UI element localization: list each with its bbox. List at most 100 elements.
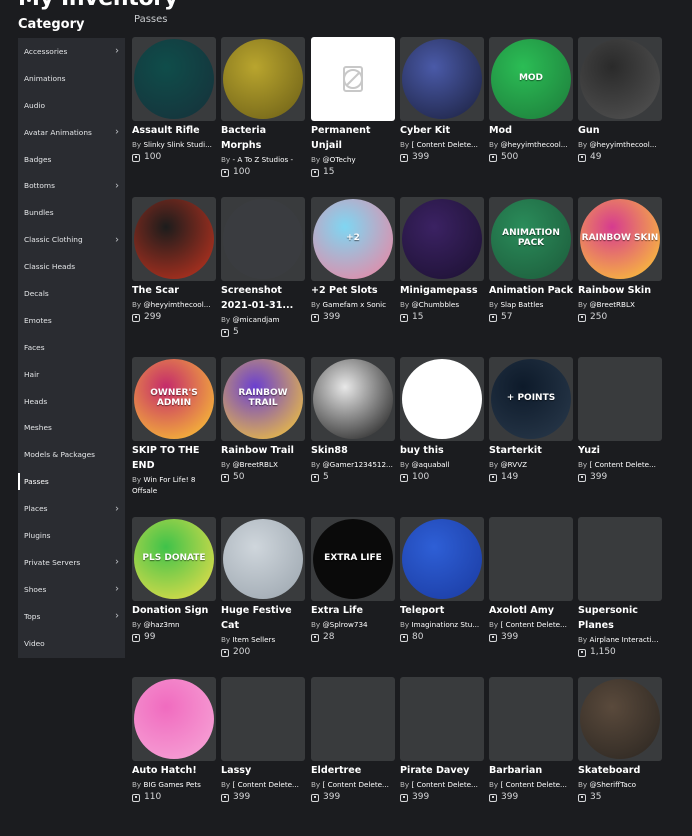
item-thumbnail[interactable]: EXTRA LIFE (311, 517, 395, 601)
item-thumbnail[interactable] (400, 517, 484, 601)
sidebar-item-heads[interactable]: Heads (18, 388, 125, 415)
item-name[interactable]: Permanent Unjail (311, 123, 395, 153)
creator-name[interactable]: @heyyimthecool... (589, 140, 656, 149)
item-thumbnail[interactable] (221, 37, 305, 121)
sidebar-item-audio[interactable]: Audio (18, 92, 125, 119)
item-name[interactable]: Mod (489, 123, 573, 138)
item-creator[interactable]: By [ Content Delete... (489, 619, 573, 630)
item-creator[interactable]: By @SheriffTaco (578, 779, 662, 790)
item-card[interactable]: Skateboard By @SheriffTaco 35 (578, 677, 662, 804)
item-creator[interactable]: By [ Content Delete... (400, 779, 484, 790)
item-name[interactable]: Supersonic Planes (578, 603, 662, 633)
creator-name[interactable]: [ Content Delete... (589, 460, 655, 469)
item-creator[interactable]: By Win For Life! 8 Offsale (132, 474, 216, 496)
sidebar-item-passes[interactable]: Passes (18, 468, 125, 495)
item-thumbnail[interactable] (311, 37, 395, 121)
item-card[interactable]: Cyber Kit By [ Content Delete... 399 (400, 37, 484, 164)
creator-name[interactable]: [ Content Delete... (500, 620, 566, 629)
item-card[interactable]: Supersonic Planes By Airplane Interacti..… (578, 517, 662, 659)
item-name[interactable]: Skateboard (578, 763, 662, 778)
item-creator[interactable]: By @heyyimthecool... (489, 139, 573, 150)
item-name[interactable]: Assault Rifle (132, 123, 216, 138)
item-thumbnail[interactable] (578, 517, 662, 601)
creator-name[interactable]: Gamefam x Sonic (322, 300, 386, 309)
item-card[interactable]: Pirate Davey By [ Content Delete... 399 (400, 677, 484, 804)
creator-name[interactable]: @Gamer1234512... (322, 460, 392, 469)
item-creator[interactable]: By Gamefam x Sonic (311, 299, 395, 310)
item-thumbnail[interactable]: ANIMATION PACK (489, 197, 573, 281)
creator-name[interactable]: Item Sellers (232, 635, 275, 644)
item-thumbnail[interactable] (400, 677, 484, 761)
item-name[interactable]: +2 Pet Slots (311, 283, 395, 298)
item-name[interactable]: Donation Sign (132, 603, 216, 618)
item-name[interactable]: Gun (578, 123, 662, 138)
item-name[interactable]: Auto Hatch! (132, 763, 216, 778)
creator-name[interactable]: [ Content Delete... (232, 780, 298, 789)
item-creator[interactable]: By [ Content Delete... (311, 779, 395, 790)
item-card[interactable]: Assault Rifle By Slinky Slink Studi... 100 (132, 37, 216, 164)
item-thumbnail[interactable]: PLS DONATE (132, 517, 216, 601)
sidebar-item-tops[interactable]: Tops › (18, 603, 125, 630)
sidebar-item-bundles[interactable]: Bundles (18, 199, 125, 226)
item-creator[interactable]: By [ Content Delete... (221, 779, 305, 790)
item-card[interactable]: Teleport By Imaginationz Stu... 80 (400, 517, 484, 644)
item-name[interactable]: Rainbow Skin (578, 283, 662, 298)
item-card[interactable]: Skin88 By @Gamer1234512... 5 (311, 357, 395, 484)
item-card[interactable]: Minigamepass By @Chumbbles 15 (400, 197, 484, 324)
item-name[interactable]: Starterkit (489, 443, 573, 458)
item-thumbnail[interactable] (311, 357, 395, 441)
sidebar-item-bottoms[interactable]: Bottoms › (18, 172, 125, 199)
creator-name[interactable]: @BreetRBLX (232, 460, 277, 469)
item-creator[interactable]: By - A To Z Studios - (221, 154, 305, 165)
item-card[interactable]: The Scar By @heyyimthecool... 299 (132, 197, 216, 324)
item-card[interactable]: Permanent Unjail By @OTechy 15 (311, 37, 395, 179)
creator-name[interactable]: - A To Z Studios - (232, 155, 293, 164)
creator-name[interactable]: @Splrow734 (322, 620, 367, 629)
item-thumbnail[interactable] (221, 517, 305, 601)
creator-name[interactable]: @RVVZ (500, 460, 527, 469)
item-creator[interactable]: By [ Content Delete... (489, 779, 573, 790)
item-creator[interactable]: By @RVVZ (489, 459, 573, 470)
item-creator[interactable]: By Airplane Interacti... (578, 634, 662, 645)
item-card[interactable]: +2 +2 Pet Slots By Gamefam x Sonic 399 (311, 197, 395, 324)
creator-name[interactable]: Slap Battles (500, 300, 543, 309)
item-name[interactable]: Pirate Davey (400, 763, 484, 778)
item-thumbnail[interactable] (400, 357, 484, 441)
item-thumbnail[interactable] (132, 677, 216, 761)
item-creator[interactable]: By @Gamer1234512... (311, 459, 395, 470)
creator-name[interactable]: @heyyimthecool... (500, 140, 567, 149)
item-name[interactable]: Skin88 (311, 443, 395, 458)
sidebar-item-decals[interactable]: Decals (18, 280, 125, 307)
item-name[interactable]: Bacteria Morphs (221, 123, 305, 153)
item-name[interactable]: buy this (400, 443, 484, 458)
item-creator[interactable]: By BIG Games Pets (132, 779, 216, 790)
item-thumbnail[interactable] (132, 197, 216, 281)
item-creator[interactable]: By @heyyimthecool... (132, 299, 216, 310)
sidebar-item-meshes[interactable]: Meshes (18, 414, 125, 441)
creator-name[interactable]: Airplane Interacti... (589, 635, 658, 644)
item-creator[interactable]: By @BreetRBLX (221, 459, 305, 470)
item-name[interactable]: Teleport (400, 603, 484, 618)
creator-name[interactable]: @Chumbbles (411, 300, 459, 309)
item-creator[interactable]: By [ Content Delete... (400, 139, 484, 150)
creator-name[interactable]: [ Content Delete... (322, 780, 388, 789)
item-card[interactable]: Barbarian By [ Content Delete... 399 (489, 677, 573, 804)
creator-name[interactable]: @micandjam (232, 315, 279, 324)
sidebar-item-shoes[interactable]: Shoes › (18, 576, 125, 603)
item-card[interactable]: MOD Mod By @heyyimthecool... 500 (489, 37, 573, 164)
item-card[interactable]: Huge Festive Cat By Item Sellers 200 (221, 517, 305, 659)
item-name[interactable]: Rainbow Trail (221, 443, 305, 458)
item-card[interactable]: ANIMATION PACK Animation Pack By Slap Batt… (489, 197, 573, 324)
item-creator[interactable]: By @heyyimthecool... (578, 139, 662, 150)
creator-name[interactable]: [ Content Delete... (500, 780, 566, 789)
item-creator[interactable]: By Item Sellers (221, 634, 305, 645)
creator-name[interactable]: @OTechy (322, 155, 355, 164)
item-name[interactable]: The Scar (132, 283, 216, 298)
sidebar-item-video[interactable]: Video (18, 630, 125, 657)
creator-name[interactable]: @SheriffTaco (589, 780, 636, 789)
item-creator[interactable]: By @OTechy (311, 154, 395, 165)
item-name[interactable]: Yuzi (578, 443, 662, 458)
item-card[interactable]: buy this By @aquaball 100 (400, 357, 484, 484)
item-thumbnail[interactable] (221, 197, 305, 281)
creator-name[interactable]: @BreetRBLX (589, 300, 634, 309)
